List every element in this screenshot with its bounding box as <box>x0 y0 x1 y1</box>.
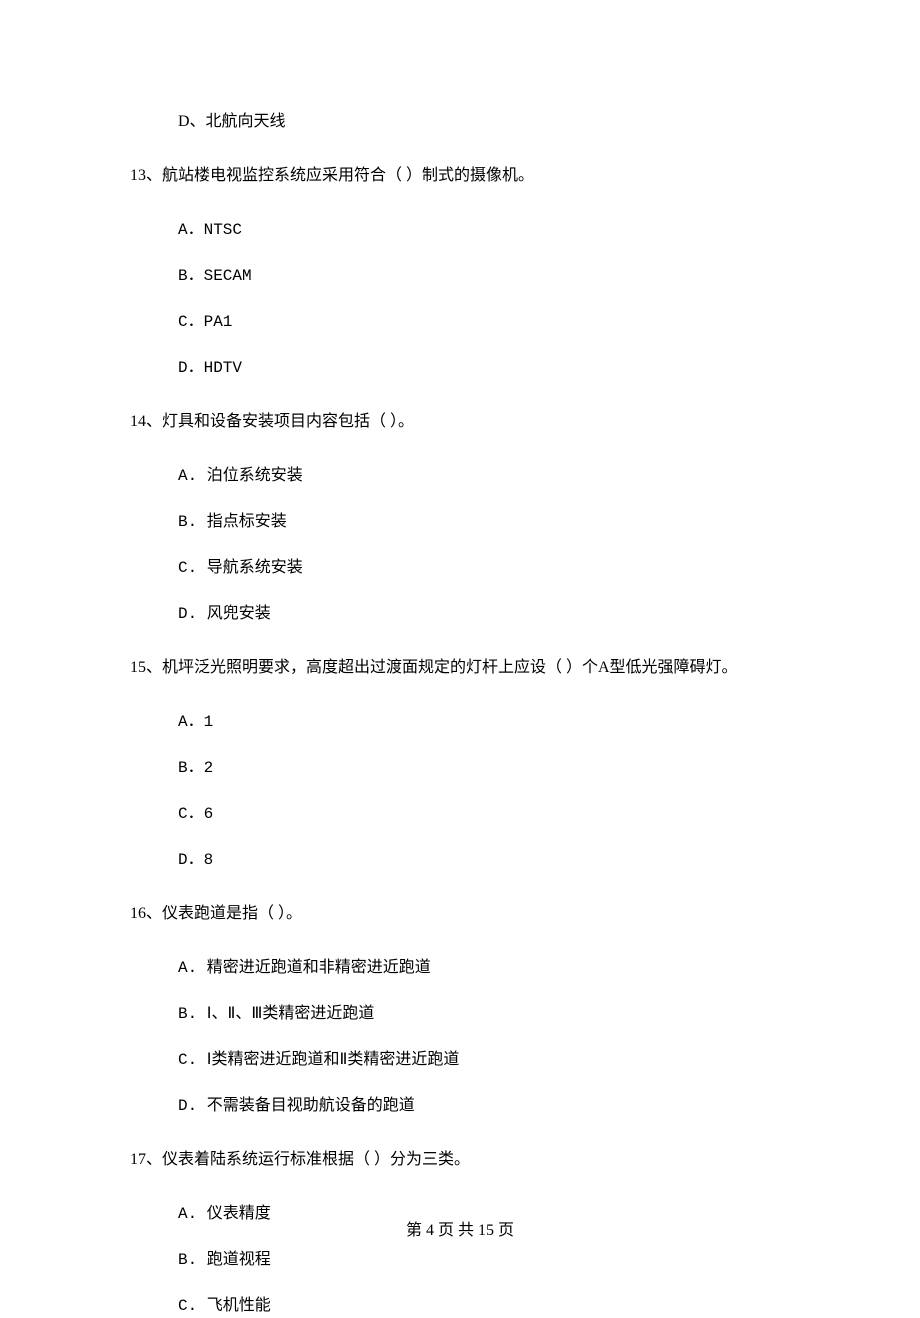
option-c: C. Ⅰ类精密进近跑道和Ⅱ类精密进近跑道 <box>178 1048 790 1072</box>
option-c: C．6 <box>178 802 790 826</box>
option-a: A．1 <box>178 710 790 734</box>
page-footer: 第 4 页 共 15 页 <box>0 1216 920 1240</box>
question-stem: 14、灯具和设备安装项目内容包括（ ）。 <box>130 410 790 434</box>
option-b: B．SECAM <box>178 264 790 288</box>
option-b: B. 跑道视程 <box>178 1248 790 1272</box>
option-a: A. 精密进近跑道和非精密进近跑道 <box>178 956 790 980</box>
option-d: D. 风兜安装 <box>178 602 790 626</box>
option-d: D. 不需装备目视助航设备的跑道 <box>178 1094 790 1118</box>
question-16: 16、仪表跑道是指（ ）。 A. 精密进近跑道和非精密进近跑道 B. Ⅰ、Ⅱ、Ⅲ… <box>130 902 790 1118</box>
option-b: B. 指点标安装 <box>178 510 790 534</box>
question-15: 15、机坪泛光照明要求，高度超出过渡面规定的灯杆上应设（ ）个A型低光强障碍灯。… <box>130 656 790 872</box>
page-content: D、北航向天线 13、航站楼电视监控系统应采用符合（ ）制式的摄像机。 A．NT… <box>0 0 920 1318</box>
question-stem: 13、航站楼电视监控系统应采用符合（ ）制式的摄像机。 <box>130 164 790 188</box>
option-c: C．PA1 <box>178 310 790 334</box>
orphan-option-d: D、北航向天线 <box>178 110 790 134</box>
question-stem: 16、仪表跑道是指（ ）。 <box>130 902 790 926</box>
option-c: C. 导航系统安装 <box>178 556 790 580</box>
option-b: B．2 <box>178 756 790 780</box>
option-a: A．NTSC <box>178 218 790 242</box>
question-13: 13、航站楼电视监控系统应采用符合（ ）制式的摄像机。 A．NTSC B．SEC… <box>130 164 790 380</box>
option-a: A. 泊位系统安装 <box>178 464 790 488</box>
question-14: 14、灯具和设备安装项目内容包括（ ）。 A. 泊位系统安装 B. 指点标安装 … <box>130 410 790 626</box>
option-b: B. Ⅰ、Ⅱ、Ⅲ类精密进近跑道 <box>178 1002 790 1026</box>
option-d: D．HDTV <box>178 356 790 380</box>
option-d: D．8 <box>178 848 790 872</box>
option-c: C. 飞机性能 <box>178 1294 790 1318</box>
question-stem: 15、机坪泛光照明要求，高度超出过渡面规定的灯杆上应设（ ）个A型低光强障碍灯。 <box>130 656 790 680</box>
question-stem: 17、仪表着陆系统运行标准根据（ ）分为三类。 <box>130 1148 790 1172</box>
